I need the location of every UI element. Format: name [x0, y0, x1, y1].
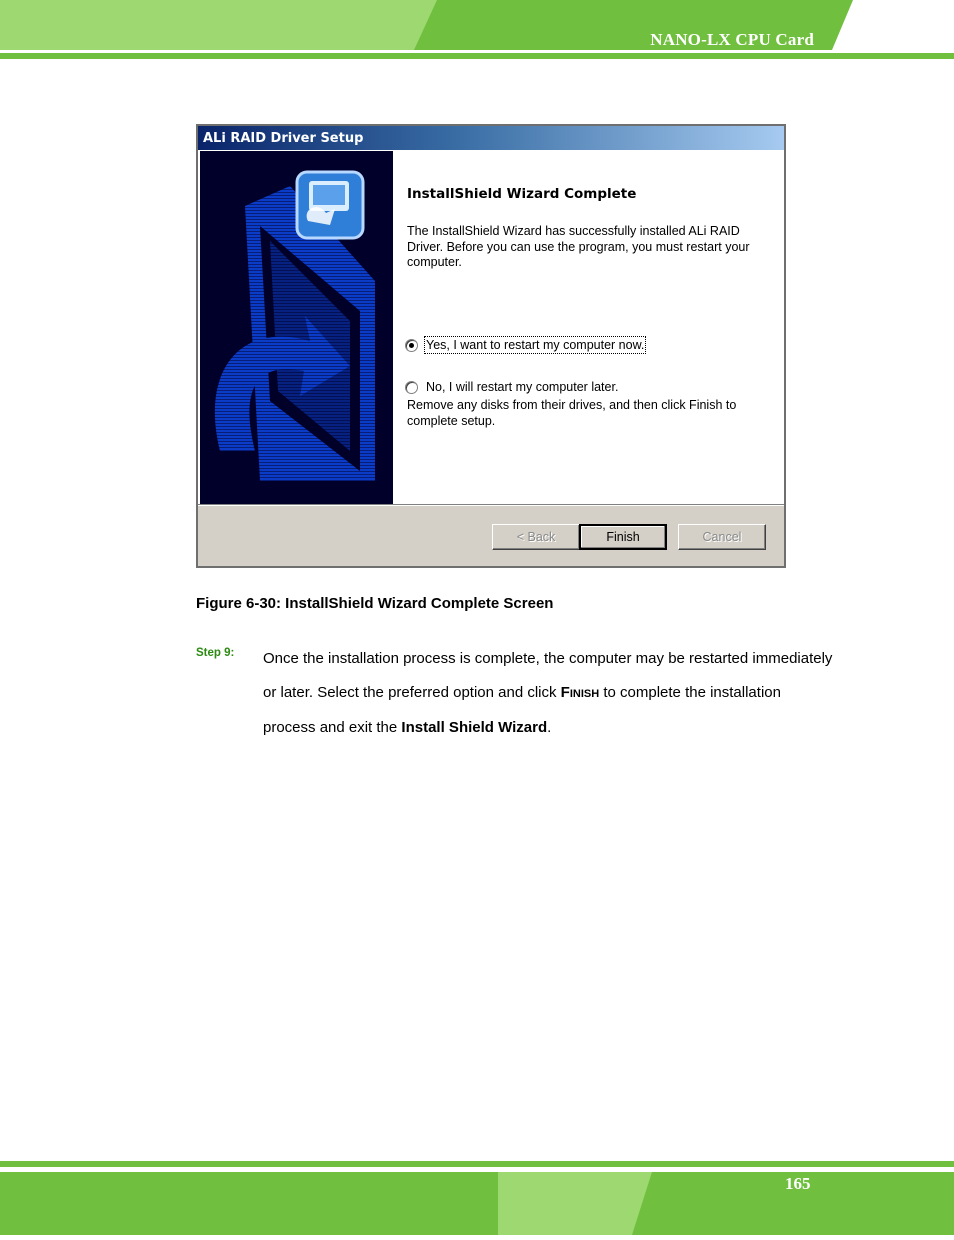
wizard-message: The InstallShield Wizard has successfull… — [407, 224, 750, 269]
finish-keyword: FINISH — [561, 684, 600, 701]
restart-now-label[interactable]: Yes, I want to restart my computer now. — [423, 336, 647, 354]
footer-graphic — [0, 1161, 954, 1235]
radio-restart-later[interactable] — [405, 380, 418, 394]
finish-keyword-first: F — [560, 683, 570, 701]
restart-later-label[interactable]: No, I will restart my computer later. — [426, 380, 618, 394]
dialog-titlebar[interactable]: ALi RAID Driver Setup — [198, 126, 784, 150]
step-description: Once the installation process is complet… — [263, 642, 833, 745]
figure-caption: Figure 6-30: InstallShield Wizard Comple… — [196, 595, 554, 612]
dialog-body: InstallShield Wizard Complete The Instal… — [198, 150, 784, 504]
restart-now-option[interactable]: Yes, I want to restart my computer now. — [405, 336, 647, 354]
page-footer — [0, 1158, 954, 1235]
wizard-name: Install Shield Wizard — [401, 719, 548, 736]
finish-button[interactable]: Finish — [579, 524, 667, 550]
dialog-title: ALi RAID Driver Setup — [203, 131, 364, 146]
dialog-divider-highlight — [198, 505, 784, 506]
document-title: NANO-LX CPU Card — [650, 30, 814, 49]
installshield-side-graphic — [200, 151, 393, 504]
wizard-heading: InstallShield Wizard Complete — [407, 186, 637, 202]
step-text-end: . — [547, 719, 552, 736]
radio-restart-now[interactable] — [405, 338, 418, 352]
setup-dialog: ALi RAID Driver Setup InstallShield Wiza… — [196, 124, 786, 568]
page-number: 165 — [785, 1174, 811, 1193]
cancel-button[interactable]: Cancel — [678, 524, 766, 550]
back-button[interactable]: < Back — [492, 524, 580, 550]
step-label: Step 9: — [196, 647, 235, 659]
finish-keyword-rest: INISH — [569, 687, 600, 700]
installshield-logo-icon — [200, 151, 393, 504]
restart-later-option[interactable]: No, I will restart my computer later. — [405, 378, 618, 396]
wizard-note: Remove any disks from their drives, and … — [407, 398, 737, 428]
page-header: NANO-LX CPU Card — [0, 0, 954, 60]
